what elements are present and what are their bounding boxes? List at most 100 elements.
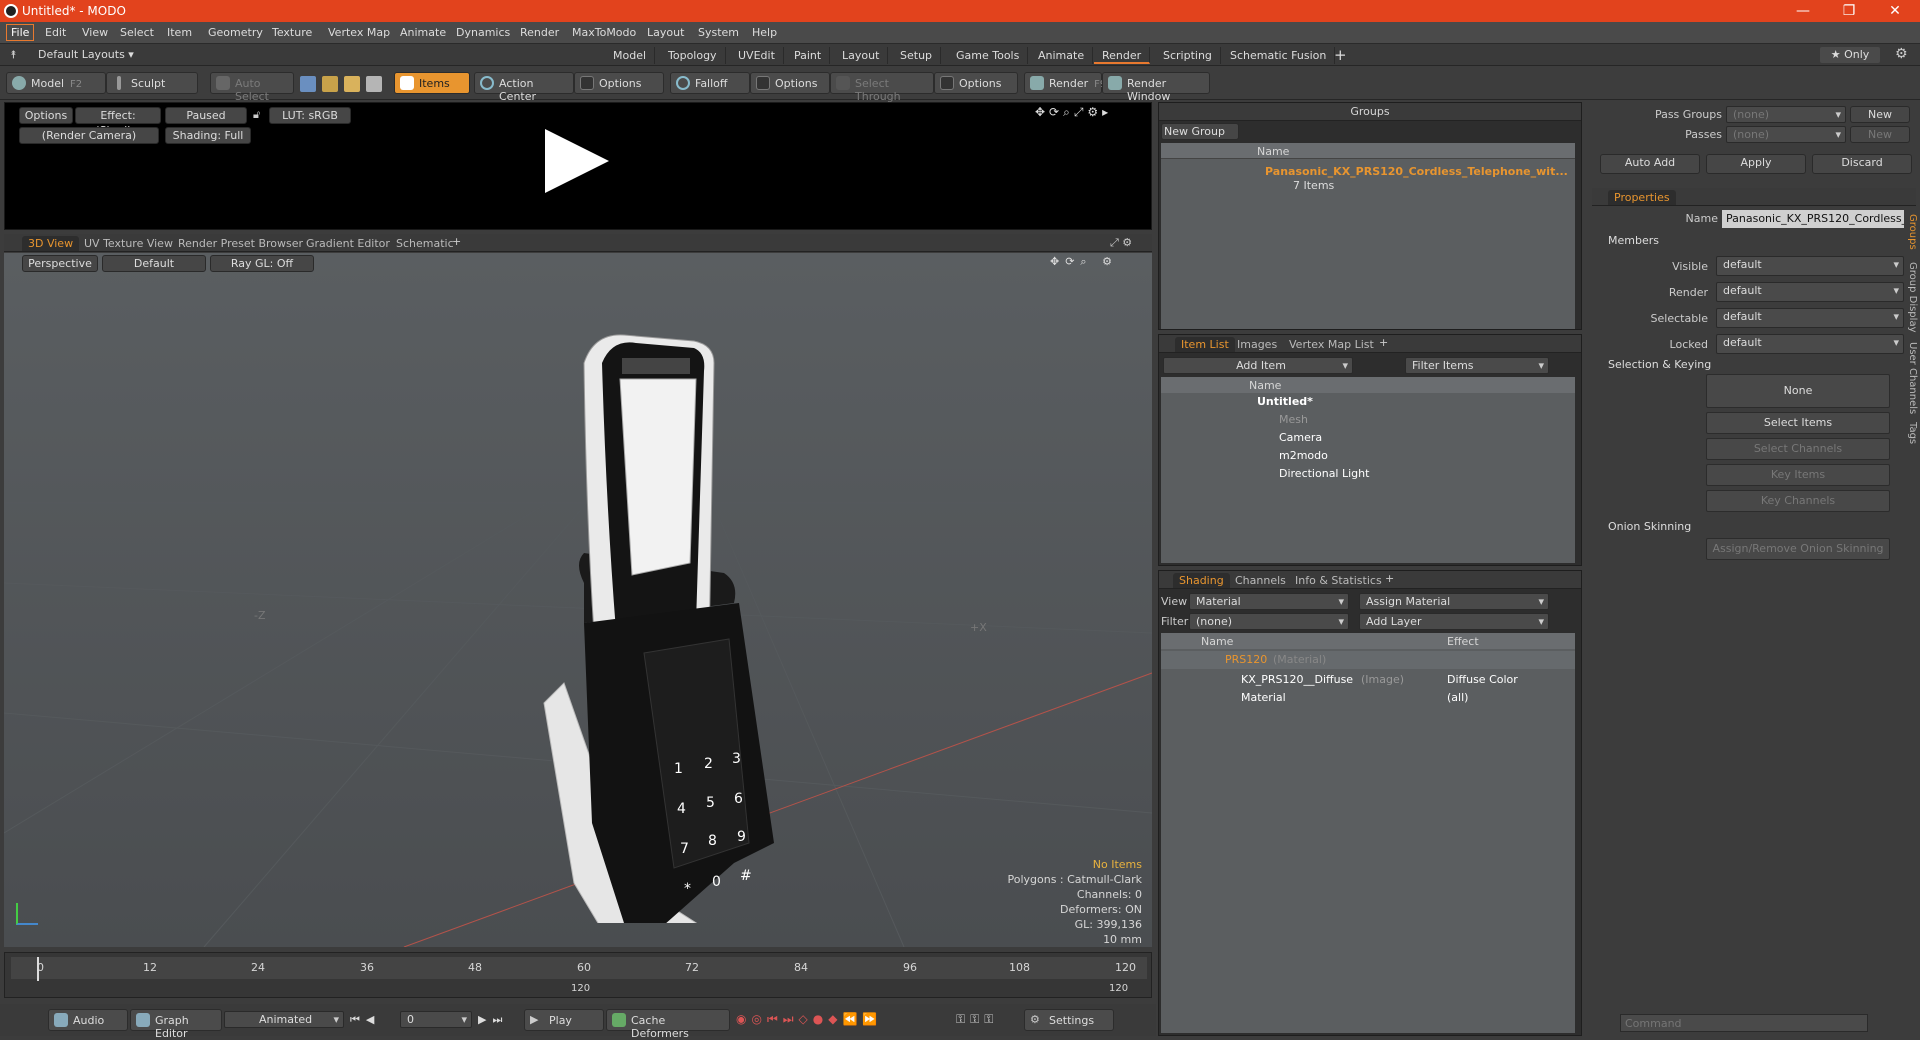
add-tab-button[interactable]: +: [452, 235, 461, 248]
key-items-button[interactable]: Key Items: [1706, 464, 1890, 486]
materials-mode-icon[interactable]: [366, 76, 382, 92]
add-layer-dropdown[interactable]: Add Layer: [1359, 613, 1549, 630]
action-center-options-button[interactable]: Options: [574, 72, 664, 94]
maximize-button[interactable]: ❐: [1826, 0, 1872, 22]
close-button[interactable]: ✕: [1872, 0, 1918, 22]
menu-file[interactable]: File: [6, 24, 35, 41]
locked-dropdown[interactable]: default: [1716, 334, 1904, 354]
model-mode-button[interactable]: Model F2: [6, 72, 106, 94]
item-untitled[interactable]: Untitled*: [1257, 395, 1313, 408]
tab-schematic[interactable]: Schematic: [390, 236, 460, 251]
tab-channels[interactable]: Channels: [1229, 573, 1292, 588]
menu-view[interactable]: View: [82, 26, 108, 39]
render-dropdown[interactable]: default: [1716, 282, 1904, 302]
frame-field[interactable]: 0: [400, 1011, 472, 1028]
tab-render[interactable]: Render: [1094, 47, 1151, 64]
command-input[interactable]: [1620, 1014, 1868, 1032]
apply-button[interactable]: Apply: [1706, 154, 1806, 174]
menu-select[interactable]: Select: [120, 26, 154, 39]
tab-images[interactable]: Images: [1231, 337, 1283, 352]
select-through-button[interactable]: Select Through: [830, 72, 934, 103]
polygons-mode-icon[interactable]: [344, 76, 360, 92]
item-mesh[interactable]: Mesh: [1279, 413, 1308, 426]
collapse-icon[interactable]: ⯭: [10, 48, 17, 62]
filter-dropdown[interactable]: (none): [1189, 613, 1349, 630]
add-tab-button[interactable]: +: [1385, 572, 1394, 585]
tab-vertex-map-list[interactable]: Vertex Map List: [1283, 337, 1380, 352]
render-window-button[interactable]: Render Window: [1102, 72, 1210, 103]
item-m2modo[interactable]: m2modo: [1279, 449, 1328, 462]
shader-row[interactable]: KX_PRS120__Diffuse (Image) Diffuse Color: [1161, 671, 1575, 689]
layouts-dropdown[interactable]: Default Layouts ▾: [38, 48, 134, 61]
shading-dropdown[interactable]: Shading: Full: [165, 127, 251, 144]
assign-onion-button[interactable]: Assign/Remove Onion Skinning: [1706, 538, 1890, 560]
only-toggle[interactable]: ★ Only: [1820, 47, 1880, 63]
tab-game-tools[interactable]: Game Tools: [948, 47, 1029, 64]
sculpt-mode-button[interactable]: Sculpt: [106, 72, 198, 94]
effect-dropdown[interactable]: Effect: (Shadi...: [75, 107, 161, 137]
viewport-3d[interactable]: Perspective Default Ray GL: Off ✥⟳⌕ ⚙ -Z…: [4, 253, 1152, 947]
visible-dropdown[interactable]: default: [1716, 256, 1904, 276]
tab-info-statistics[interactable]: Info & Statistics: [1289, 573, 1388, 588]
item-camera[interactable]: Camera: [1279, 431, 1322, 444]
lut-dropdown[interactable]: LUT: sRGB: [269, 107, 351, 124]
menu-layout[interactable]: Layout: [647, 26, 684, 39]
tab-uvedit[interactable]: UVEdit: [730, 47, 784, 64]
viewport-nav-icons[interactable]: ✥⟳⌕ ⚙: [1050, 255, 1118, 269]
menu-animate[interactable]: Animate: [400, 26, 446, 39]
assign-material-field[interactable]: Assign Material: [1359, 593, 1549, 610]
new-pass-group-button[interactable]: New: [1850, 106, 1910, 123]
render-button[interactable]: Render F9: [1024, 72, 1106, 94]
gear-icon[interactable]: ⚙: [1895, 46, 1908, 62]
tab-topology[interactable]: Topology: [660, 47, 726, 64]
timeline-ruler[interactable]: 0 12 24 36 48 60 72 84 96 108 120: [11, 957, 1147, 979]
shader-row[interactable]: PRS120 (Material): [1161, 651, 1575, 669]
perspective-dropdown[interactable]: Perspective: [22, 255, 98, 272]
tab-animate[interactable]: Animate: [1030, 47, 1094, 64]
minimize-button[interactable]: —: [1780, 0, 1826, 22]
shader-row[interactable]: Material (all): [1161, 689, 1575, 707]
edges-mode-icon[interactable]: [322, 76, 338, 92]
menu-texture[interactable]: Texture: [272, 26, 312, 39]
members-section[interactable]: Members: [1608, 234, 1659, 247]
graph-editor-button[interactable]: Graph Editor: [130, 1009, 222, 1040]
side-tab-groups[interactable]: Groups: [1900, 214, 1918, 250]
raygl-dropdown[interactable]: Ray GL: Off: [210, 255, 314, 272]
go-end-icon[interactable]: ▶⏭: [478, 1013, 508, 1027]
preview-nav-icons[interactable]: ✥⟳⌕⤢⚙▸: [1035, 105, 1112, 120]
tab-setup[interactable]: Setup: [892, 47, 942, 64]
play-button[interactable]: ▶ Play: [524, 1009, 604, 1031]
add-item-dropdown[interactable]: Add Item: [1163, 357, 1353, 374]
falloff-button[interactable]: Falloff: [670, 72, 750, 94]
menu-maxtomodo[interactable]: MaxToModo: [572, 26, 636, 39]
item-directional-light[interactable]: Directional Light: [1279, 467, 1369, 480]
paused-button[interactable]: Paused: [165, 107, 247, 124]
menu-vertex-map[interactable]: Vertex Map: [328, 26, 390, 39]
menu-edit[interactable]: Edit: [45, 26, 66, 39]
add-tab-button[interactable]: +: [1379, 336, 1388, 349]
tab-gradient-editor[interactable]: Gradient Editor: [300, 236, 396, 251]
tab-properties[interactable]: Properties: [1608, 190, 1676, 205]
tab-uv-texture-view[interactable]: UV Texture View: [78, 236, 179, 251]
render-camera-dropdown[interactable]: (Render Camera): [19, 127, 159, 144]
menu-render[interactable]: Render: [520, 26, 559, 39]
tab-layout[interactable]: Layout: [834, 47, 889, 64]
auto-select-button[interactable]: Auto Select: [210, 72, 294, 103]
go-start-icon[interactable]: ⏮◀: [350, 1013, 380, 1027]
key-channels-button[interactable]: Key Channels: [1706, 490, 1890, 512]
onion-skinning-section[interactable]: Onion Skinning: [1608, 520, 1691, 533]
tab-render-preset-browser[interactable]: Render Preset Browser: [172, 236, 309, 251]
menu-item[interactable]: Item: [167, 26, 192, 39]
expand-icon[interactable]: ⤢ ⚙: [1110, 236, 1132, 250]
select-items-button[interactable]: Select Items: [1706, 412, 1890, 434]
tab-shading[interactable]: Shading: [1173, 573, 1230, 588]
key-tools-icons[interactable]: ◉◎⏮⏭◇●◆⏪⏩: [736, 1012, 882, 1027]
side-tab-group-display[interactable]: Group Display: [1900, 262, 1918, 332]
menu-dynamics[interactable]: Dynamics: [456, 26, 510, 39]
view-dropdown[interactable]: Material: [1189, 593, 1349, 610]
tab-item-list[interactable]: Item List: [1175, 337, 1235, 352]
add-layout-button[interactable]: +: [1334, 46, 1347, 64]
auto-add-button[interactable]: Auto Add: [1600, 154, 1700, 174]
falloff-options-button[interactable]: Options: [750, 72, 830, 94]
select-through-options-button[interactable]: Options: [934, 72, 1018, 94]
